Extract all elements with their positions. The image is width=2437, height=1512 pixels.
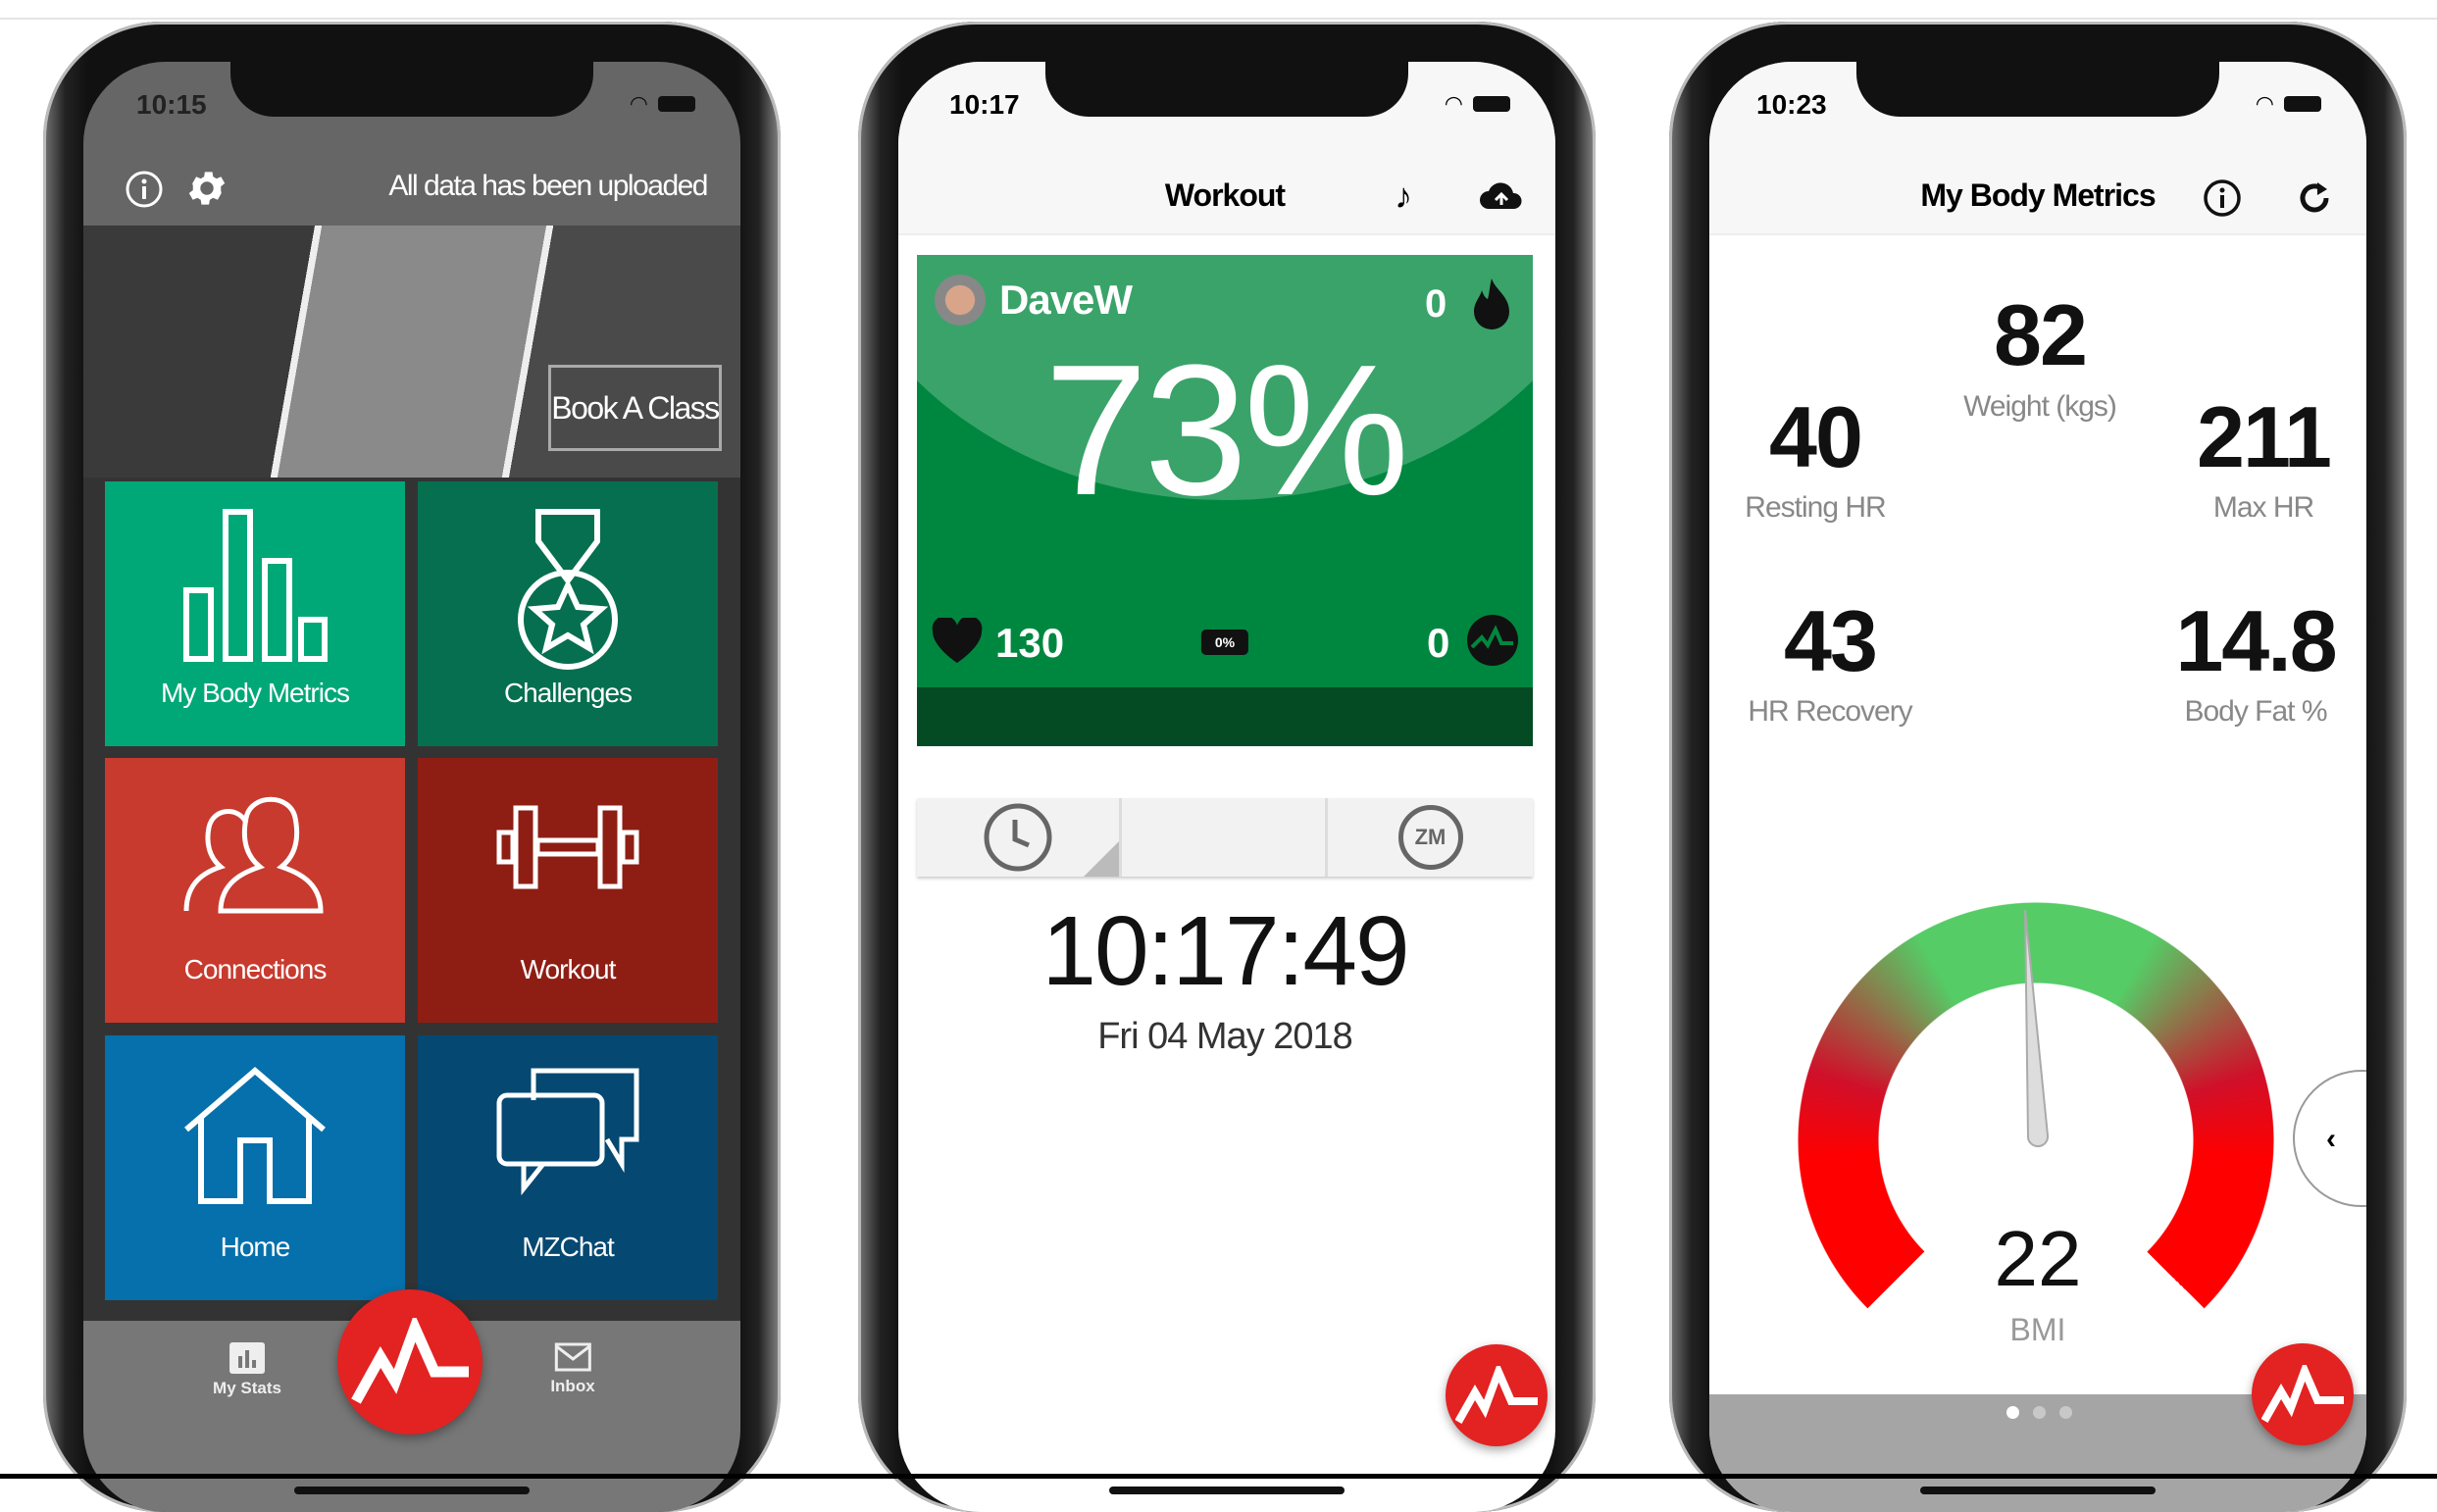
side-panel-toggle[interactable]: ‹: [2293, 1070, 2366, 1207]
heartbeat-icon: [351, 1318, 469, 1404]
hr-recovery-value: 43: [1784, 592, 1878, 689]
status-time: 10:15: [136, 89, 207, 120]
calories-value: 0: [1425, 282, 1447, 326]
bmi-value: 22: [1994, 1215, 2082, 1302]
tile-label: My Body Metrics: [161, 678, 350, 708]
segment-middle[interactable]: [1122, 798, 1328, 877]
avatar: [935, 275, 986, 326]
notch: [230, 62, 593, 117]
music-icon[interactable]: ♪: [1395, 176, 1412, 217]
house-icon: [184, 1067, 326, 1204]
home-indicator: [1109, 1487, 1345, 1494]
status-time: 10:23: [1756, 89, 1827, 120]
notch: [1856, 62, 2219, 117]
home-indicator: [294, 1487, 530, 1494]
battery-indicator: 0%: [1200, 630, 1249, 655]
max-hr-label: Max HR: [2212, 491, 2314, 524]
tile-label: Connections: [183, 954, 328, 984]
bottom-edge: [0, 1474, 2437, 1479]
phone-workout: 10:17 ◠ Workout ♪ DaveW 0 73% 130 0% 0 Z…: [858, 22, 1596, 1512]
points-value: 0: [1427, 620, 1450, 666]
pulse-fab-button[interactable]: [2252, 1343, 2354, 1445]
gauge-needle: [2024, 909, 2050, 1147]
notch: [1045, 62, 1408, 117]
heartbeat-icon: [1455, 1366, 1538, 1424]
body-fat-label: Body Fat %: [2184, 695, 2327, 728]
tile-my-body-metrics[interactable]: My Body Metrics: [105, 481, 405, 746]
tile-home[interactable]: Home: [105, 1035, 405, 1300]
effort-percent: 73%: [1043, 327, 1409, 534]
clock-icon: [984, 803, 1052, 872]
pulse-fab-button[interactable]: [1446, 1344, 1548, 1446]
banner-image: Book A Class: [83, 226, 740, 478]
home-indicator: [1920, 1487, 2156, 1494]
tab-label: My Stats: [213, 1379, 281, 1397]
clock-time: 10:17:49: [1041, 896, 1409, 1006]
info-icon[interactable]: [2202, 177, 2243, 219]
pulse-fab-button[interactable]: [337, 1289, 482, 1435]
tab-label: Inbox: [550, 1377, 595, 1395]
tile-label: Challenges: [503, 678, 633, 708]
tile-label: Workout: [520, 954, 617, 984]
chat-icon: [496, 1068, 639, 1196]
page-title: Workout: [1164, 177, 1286, 213]
book-class-button[interactable]: Book A Class: [548, 365, 722, 451]
heart-icon: [932, 618, 983, 663]
tile-workout[interactable]: Workout: [418, 758, 718, 1023]
users-icon: [183, 796, 324, 914]
status-icons: ◠: [630, 91, 695, 117]
heartbeat-badge-icon: [1467, 615, 1518, 666]
mail-icon: [554, 1342, 591, 1372]
tile-label: MZChat: [522, 1232, 615, 1262]
bmi-label: BMI: [2009, 1312, 2066, 1347]
cloud-upload-icon[interactable]: [1479, 181, 1524, 211]
page-title: My Body Metrics: [1920, 177, 2156, 213]
max-hr-value: 211: [2197, 388, 2332, 485]
tab-inbox[interactable]: Inbox: [550, 1342, 595, 1396]
divider: [0, 18, 2437, 20]
flame-icon: [1474, 278, 1509, 329]
hr-recovery-label: HR Recovery: [1748, 695, 1912, 728]
tab-my-stats[interactable]: My Stats: [213, 1342, 281, 1398]
segmented-control: ZM: [917, 798, 1533, 877]
body-fat-value: 14.8: [2175, 592, 2337, 689]
tile-mzchat[interactable]: MZChat: [418, 1035, 718, 1300]
segment-timer[interactable]: [917, 798, 1122, 877]
info-icon[interactable]: [123, 168, 166, 211]
heart-rate-value: 130: [995, 620, 1065, 666]
page-indicator[interactable]: [2006, 1406, 2072, 1419]
dumbbell-icon: [496, 805, 639, 889]
status-icons: ◠: [1445, 91, 1510, 117]
resting-hr-label: Resting HR: [1745, 491, 1886, 524]
resting-hr-value: 40: [1769, 388, 1863, 485]
weight-value: 82: [1994, 286, 2088, 383]
tile-challenges[interactable]: Challenges: [418, 481, 718, 746]
gear-icon[interactable]: [184, 166, 229, 211]
tile-connections[interactable]: Connections: [105, 758, 405, 1023]
user-name: DaveW: [999, 277, 1133, 323]
segment-zm[interactable]: ZM: [1328, 798, 1533, 877]
phone-body-metrics: 10:23 ◠ My Body Metrics 82 Weight (kgs) …: [1669, 22, 2407, 1512]
phone-home: 10:15 ◠ All data has been uploaded Book …: [43, 22, 781, 1512]
refresh-icon[interactable]: [2296, 179, 2333, 217]
medal-icon: [518, 509, 618, 670]
weight-label: Weight (kgs): [1963, 390, 2117, 423]
tile-label: Home: [220, 1232, 291, 1262]
clock-date: Fri 04 May 2018: [1097, 1016, 1353, 1057]
effort-card: DaveW 0 73% 130 0% 0: [917, 255, 1533, 746]
bar-chart-icon: [183, 509, 328, 662]
status-icons: ◠: [2256, 91, 2321, 117]
zm-icon: ZM: [1397, 805, 1463, 870]
status-time: 10:17: [949, 89, 1020, 120]
upload-status: All data has been uploaded: [388, 170, 708, 202]
heartbeat-icon: [2261, 1365, 2344, 1423]
stats-icon: [228, 1342, 265, 1374]
